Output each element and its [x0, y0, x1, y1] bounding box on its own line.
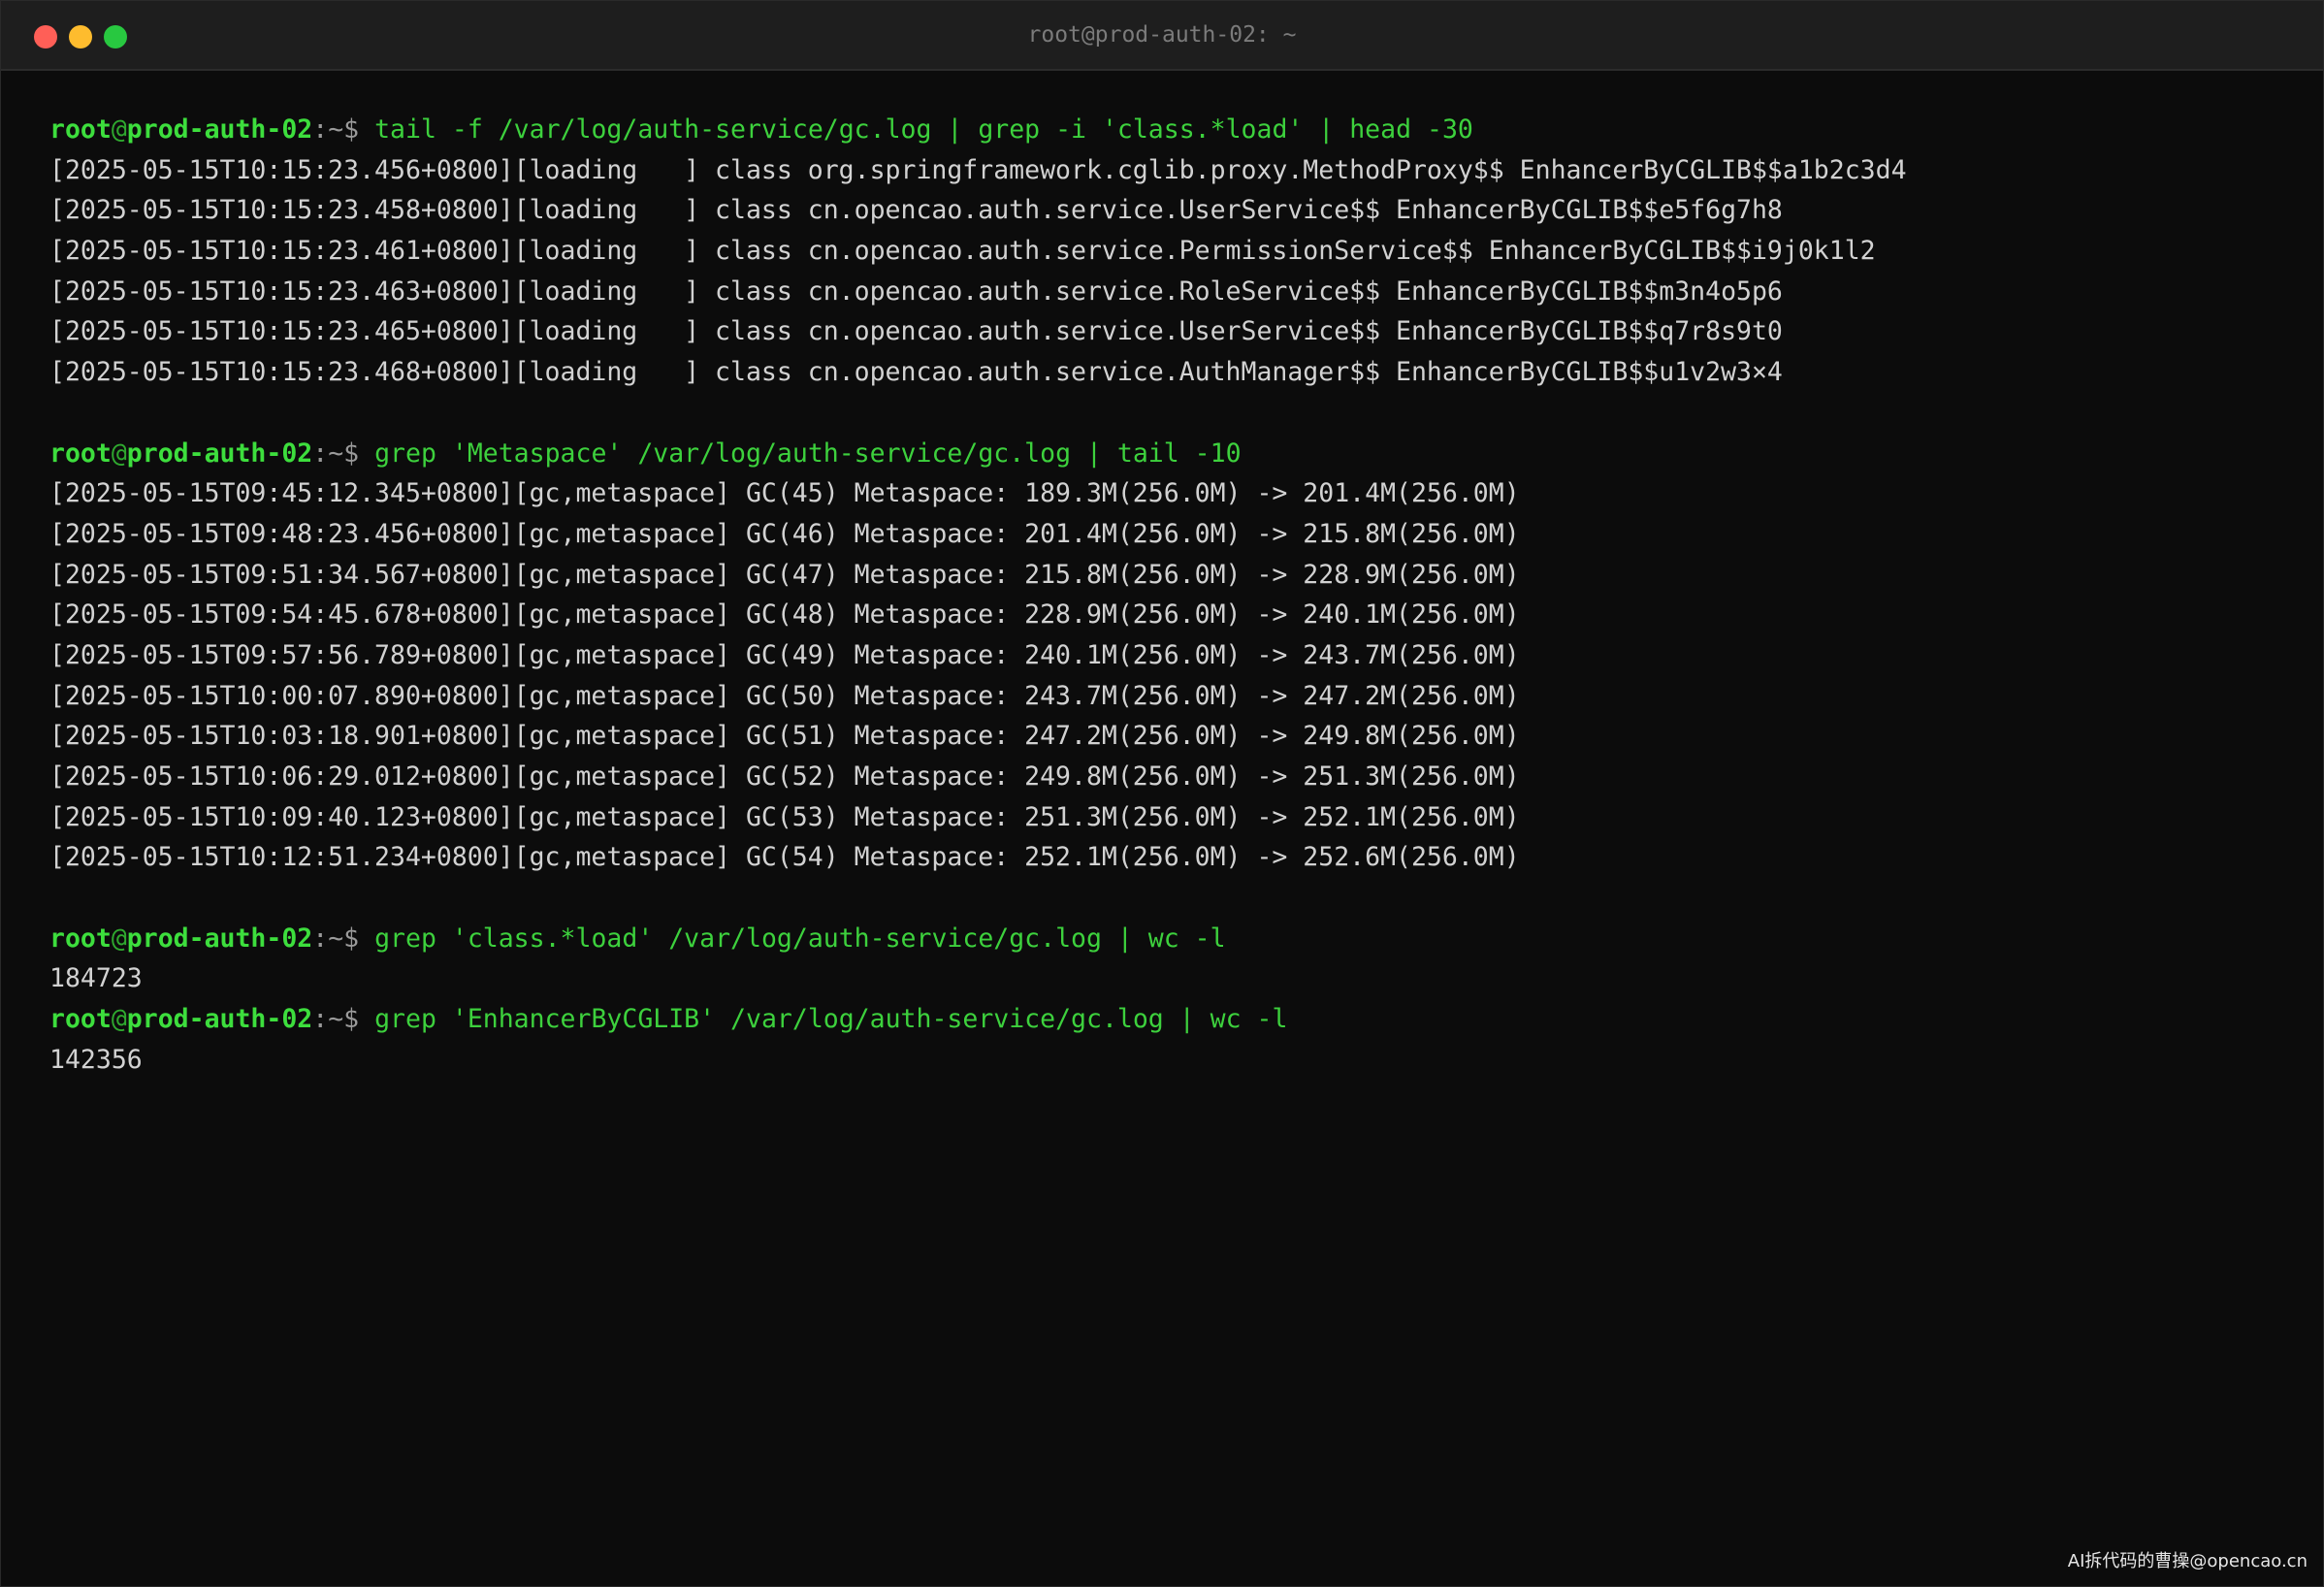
prompt-at: @ — [111, 114, 127, 145]
prompt-host: prod-auth-02 — [126, 437, 313, 469]
prompt-user: root — [49, 437, 112, 469]
terminal-output[interactable]: root@prod-auth-02:~$ tail -f /var/log/au… — [49, 110, 2284, 1081]
prompt-path: :~$ — [312, 114, 360, 145]
output-line: [2025-05-15T10:15:23.456+0800][loading ]… — [49, 154, 1907, 185]
prompt-path: :~$ — [312, 437, 360, 469]
output-line: [2025-05-15T09:48:23.456+0800][gc,metasp… — [49, 518, 1520, 549]
prompt-at: @ — [111, 923, 127, 954]
terminal-window: root@prod-auth-02: ~ root@prod-auth-02:~… — [0, 0, 2324, 1587]
prompt-host: prod-auth-02 — [126, 923, 313, 954]
output-line: [2025-05-15T09:51:34.567+0800][gc,metasp… — [49, 559, 1520, 590]
output-line: [2025-05-15T10:15:23.463+0800][loading ]… — [49, 275, 1783, 307]
prompt-at: @ — [111, 437, 127, 469]
title-bar: root@prod-auth-02: ~ — [1, 1, 2323, 71]
command-line: root@prod-auth-02:~$ grep 'EnhancerByCGL… — [49, 999, 2284, 1040]
output-line: [2025-05-15T10:00:07.890+0800][gc,metasp… — [49, 680, 1520, 711]
command-text: grep 'class.*load' /var/log/auth-service… — [374, 923, 1226, 954]
prompt-user: root — [49, 923, 112, 954]
command-line: root@prod-auth-02:~$ grep 'class.*load' … — [49, 919, 2284, 959]
window-title: root@prod-auth-02: ~ — [1027, 22, 1297, 48]
command-text: grep 'Metaspace' /var/log/auth-service/g… — [374, 437, 1242, 469]
prompt-host: prod-auth-02 — [126, 1004, 313, 1035]
command-line: root@prod-auth-02:~$ grep 'Metaspace' /v… — [49, 434, 2284, 474]
output-line: 184723 — [49, 963, 143, 994]
output-line: [2025-05-15T09:57:56.789+0800][gc,metasp… — [49, 639, 1520, 670]
output-line: [2025-05-15T10:15:23.465+0800][loading ]… — [49, 316, 1783, 347]
output-line: [2025-05-15T10:15:23.468+0800][loading ]… — [49, 357, 1783, 388]
command-text: grep 'EnhancerByCGLIB' /var/log/auth-ser… — [374, 1004, 1288, 1035]
output-line: [2025-05-15T09:54:45.678+0800][gc,metasp… — [49, 599, 1520, 631]
output-line: [2025-05-15T10:06:29.012+0800][gc,metasp… — [49, 761, 1520, 792]
output-line: 142356 — [49, 1044, 143, 1075]
output-line: [2025-05-15T10:09:40.123+0800][gc,metasp… — [49, 801, 1520, 832]
prompt-path: :~$ — [312, 923, 360, 954]
watermark: AI拆代码的曹操@opencao.cn — [2067, 1551, 2308, 1571]
output-line: [2025-05-15T10:03:18.901+0800][gc,metasp… — [49, 721, 1520, 752]
prompt-user: root — [49, 114, 112, 145]
command-line: root@prod-auth-02:~$ tail -f /var/log/au… — [49, 110, 2284, 150]
output-line: [2025-05-15T10:12:51.234+0800][gc,metasp… — [49, 842, 1520, 873]
command-text: tail -f /var/log/auth-service/gc.log | g… — [374, 114, 1473, 145]
prompt-user: root — [49, 1004, 112, 1035]
prompt-at: @ — [111, 1004, 127, 1035]
output-line: [2025-05-15T10:15:23.461+0800][loading ]… — [49, 236, 1876, 267]
output-line: [2025-05-15T10:15:23.458+0800][loading ]… — [49, 195, 1783, 226]
output-line: [2025-05-15T09:45:12.345+0800][gc,metasp… — [49, 478, 1520, 509]
prompt-path: :~$ — [312, 1004, 360, 1035]
prompt-host: prod-auth-02 — [126, 114, 313, 145]
